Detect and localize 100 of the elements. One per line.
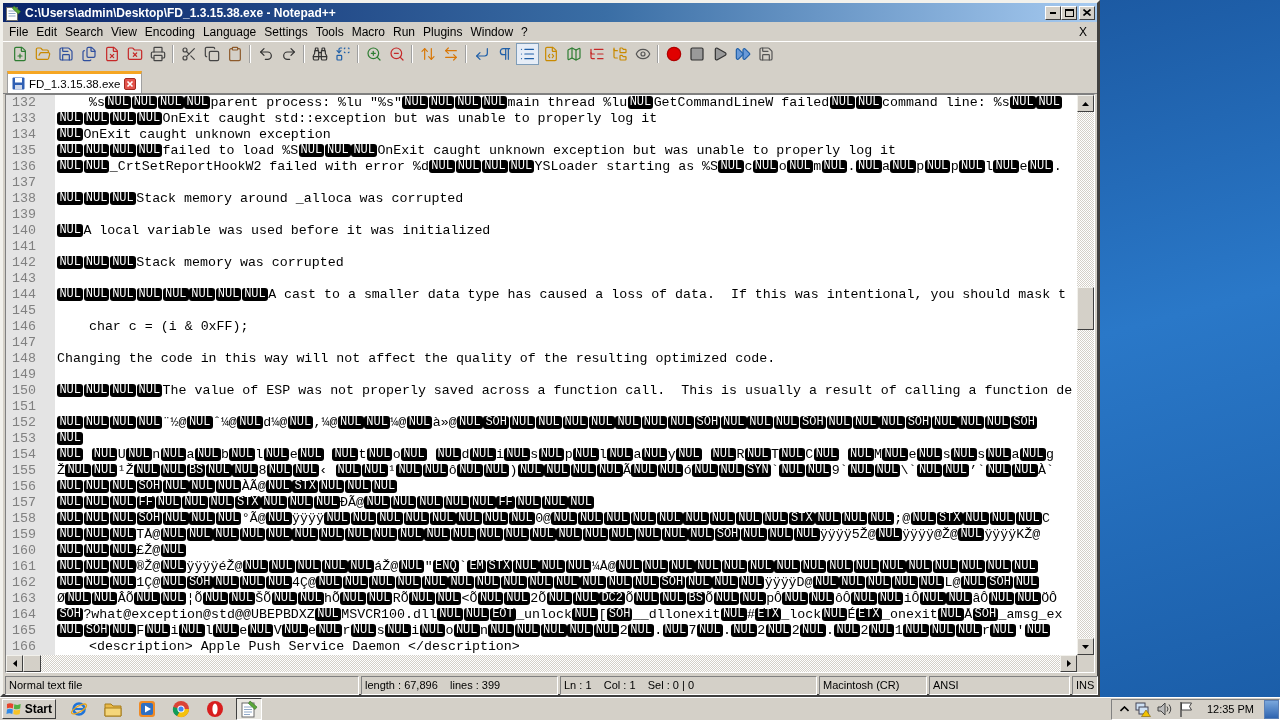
scrollbar-corner [1077, 655, 1094, 672]
segmented-circle-icon[interactable] [172, 700, 190, 718]
list-tree-icon[interactable] [588, 46, 605, 62]
file-x-icon[interactable] [103, 46, 120, 62]
record-dot-icon[interactable] [665, 46, 682, 62]
code-line: NUL NUL NUL NUL OnExit caught std::exception but was unable to properly log it [57, 111, 658, 127]
line-number: 158 [12, 511, 36, 527]
down-triangle-icon [1082, 644, 1089, 649]
code-line: NUL NUL NUL FF NUL NUL NUL STX NUL NUL NUL ÐÃ@ NUL NUL NUL NUL NUL FF NUL NUL NUL [57, 495, 595, 511]
play-tile-icon[interactable] [138, 700, 156, 718]
code-line: NUL A local variable was used before it was initialized [57, 223, 491, 239]
scroll-right-button[interactable] [1060, 655, 1077, 672]
menu-item[interactable]: Macro [347, 23, 389, 40]
maximize-icon [1064, 8, 1074, 17]
zoom-in-icon[interactable] [365, 46, 382, 62]
menu-item[interactable]: Window [466, 23, 518, 40]
minimize-button[interactable] [1045, 5, 1061, 20]
up-triangle-icon [1082, 101, 1089, 106]
code-line: char c = (i & 0xFF); [87, 319, 249, 335]
undo-icon[interactable] [257, 46, 274, 62]
eye-icon[interactable] [634, 46, 651, 62]
file-tab[interactable]: FD_1.3.15.38.exe [7, 71, 143, 93]
menu-item[interactable]: Plugins [419, 23, 467, 40]
line-number: 150 [12, 383, 36, 399]
menu-item[interactable]: Language [198, 23, 261, 40]
binoculars-icon[interactable] [311, 46, 328, 62]
speaker-icon[interactable] [1156, 701, 1173, 717]
map-icon[interactable] [565, 46, 582, 62]
close-button[interactable] [1079, 5, 1095, 20]
line-number: 144 [12, 287, 36, 303]
window-title: C:\Users\admin\Desktop\FD_1.3.15.38.exe - Notepad++ [25, 5, 336, 20]
scrollbar-thumb[interactable] [1077, 287, 1094, 330]
indented-lines-icon[interactable] [516, 43, 539, 65]
line-number: 149 [12, 367, 36, 383]
close-icon[interactable] [124, 77, 137, 90]
return-arrow-icon[interactable] [473, 46, 490, 62]
menu-item[interactable]: View [107, 23, 141, 40]
code-line: NUL NUL NUL NUL failed to load %S NUL NUL NUL OnExit caught unknown exception but was unable to properly log it [57, 143, 897, 159]
scroll-left-button[interactable] [6, 655, 23, 672]
line-number: 148 [12, 351, 36, 367]
line-number: 145 [12, 303, 36, 319]
zoom-out-icon[interactable] [388, 46, 405, 62]
line-number: 151 [12, 399, 36, 415]
code-line: NUL SOH NUL F NUL i NUL l NUL e NUL V NUL e NUL r NUL s NUL i NUL o NUL n NUL NUL NUL NUL NUL 2 NUL . NUL 7 NUL . NUL 2 NUL 2 NUL . NUL 2 NUL 1 NUL NUL NUL r NUL ' NUL [57, 623, 1051, 639]
code-line: <description> Apple Push Service Daemon </description> [87, 639, 520, 655]
line-number: 138 [12, 191, 36, 207]
menu-item[interactable]: Encoding [140, 23, 199, 40]
code-line: NUL NUL NUL Stack memory was corrupted [57, 255, 344, 271]
redo-icon[interactable] [280, 46, 297, 62]
code-line: NUL NUL NUL TÅ@ NUL NUL NUL NUL NUL NUL NUL NUL NUL NUL NUL NUL NUL NUL NUL NUL NUL NUL NUL NUL NUL SOH NUL NUL NUL ÿÿÿÿ5Ž@ NUL ÿÿÿÿ@Ž@ NUL ÿÿÿÿKŽ@ [57, 527, 1041, 543]
start-button[interactable]: Start [2, 699, 56, 719]
scroll-up-button[interactable] [1077, 95, 1094, 112]
line-number: 139 [12, 207, 36, 223]
line-number: 137 [12, 175, 36, 191]
chevron-up-icon[interactable] [1119, 706, 1129, 712]
fast-forward-icon[interactable] [734, 46, 751, 62]
copy-icon[interactable] [203, 46, 220, 62]
code-line: NUL NUL NUL NUL The value of ESP was not properly saved across a function call. This is usually a result of calling a function de [57, 383, 1073, 399]
flag-icon[interactable] [1178, 701, 1193, 717]
line-number: 152 [12, 415, 36, 431]
menu-item[interactable]: ? [517, 23, 532, 40]
line-number: 160 [12, 543, 36, 559]
text-editor[interactable] [5, 94, 1095, 673]
notepad-icon[interactable] [236, 698, 262, 720]
line-number: 161 [12, 559, 36, 575]
four-pane-flag-icon [6, 702, 22, 716]
encoding-label: ANSI [929, 676, 1070, 695]
stop-square-icon[interactable] [688, 46, 705, 62]
menu-item[interactable]: Search [61, 23, 108, 40]
ring-logo-icon[interactable] [206, 700, 224, 718]
code-line: Changing the code in this way will not affect the quality of the resulting optimized code. [57, 351, 776, 367]
maximize-button[interactable] [1061, 5, 1077, 20]
printer-icon[interactable] [149, 46, 166, 62]
clock[interactable]: 12:35 PM [1206, 703, 1254, 715]
stacked-files-icon[interactable] [80, 46, 97, 62]
clipboard-icon[interactable] [226, 46, 243, 62]
file-plus-icon[interactable] [11, 46, 28, 62]
code-line: NUL NUL U NUL n NUL a NUL b NUL l NUL e NUL NUL t NUL o NUL NUL d NUL i NUL s NUL p NUL l NUL a NUL y NUL NUL R NUL T NUL C NUL NUL M NUL e NUL s NUL s NUL a NUL g [57, 447, 1054, 463]
menu-item[interactable]: Run [389, 23, 420, 40]
replace-icon[interactable] [334, 46, 351, 62]
code-line: NUL NUL NUL NUL NUL NUL NUL NUL A cast to a smaller data type has caused a loss of data. If this was intentional, you should mask t [57, 287, 1067, 303]
code-line: Ž NUL NUL ¹Ž NUL NUL BS NUL NUL 8 NUL NUL ‹ NUL NUL ¹ NUL NUL ô NUL NUL ) NUL NUL NUL NUL Ã NUL NUL ó NUL NUL SYN ` NUL NUL 9` NUL NUL \` NUL NUL ’` NUL NUL À` [57, 463, 1054, 479]
line-number: 142 [12, 255, 36, 271]
close-icon [1083, 9, 1091, 16]
line-number: 165 [12, 623, 36, 639]
scrollbar-thumb[interactable] [23, 655, 41, 672]
menu-item[interactable]: Edit [32, 23, 62, 40]
menu-item[interactable]: File [5, 23, 33, 40]
close-document-button[interactable]: X [1075, 23, 1091, 40]
menu-item[interactable]: Settings [260, 23, 312, 40]
scissors-icon[interactable] [180, 46, 197, 62]
line-number: 163 [12, 591, 36, 607]
folder-x-icon[interactable] [126, 46, 143, 62]
scroll-down-button[interactable] [1077, 638, 1094, 655]
orbit-circle-icon[interactable] [70, 700, 88, 718]
line-number: 141 [12, 239, 36, 255]
network-warning-icon[interactable] [1134, 701, 1151, 717]
code-line: NUL NUL NUL SOH NUL NUL NUL °Ã@ NUL ÿÿÿÿ NUL NUL NUL NUL NUL NUL NUL NUL 0@ NUL NUL NUL NUL NUL NUL NUL NUL NUL STX NUL NUL NUL ;@ NUL STX NUL NUL NUL C [57, 511, 1051, 527]
code-line: %s NUL NUL NUL NUL parent process: %lu "%s" NUL NUL NUL NUL main thread %lu NUL GetCommandLineW failed NUL NUL command line: %s NUL NUL [87, 95, 1063, 111]
menu-item[interactable]: Tools [311, 23, 348, 40]
